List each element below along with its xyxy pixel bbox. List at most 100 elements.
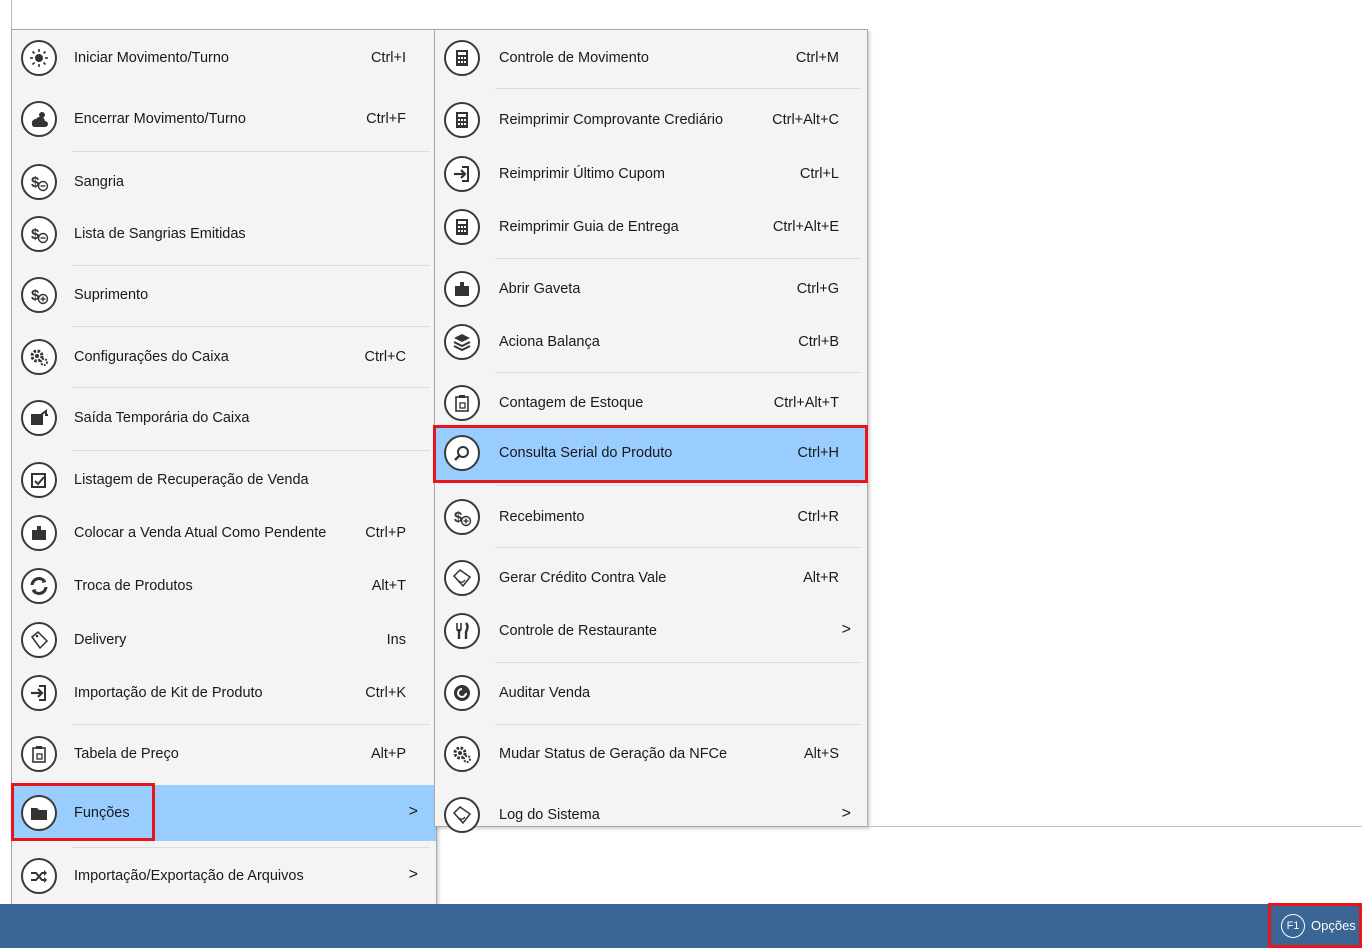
menu-item-shortcut: Ctrl+L: [799, 166, 839, 182]
submenu-item-gerar-credito[interactable]: Gerar Crédito Contra Vale Alt+R: [435, 560, 867, 596]
menu-item-label: Gerar Crédito Contra Vale: [499, 570, 667, 586]
menu-item-shortcut: Ctrl+B: [798, 334, 839, 350]
menu-separator: [495, 88, 861, 89]
menu-item-sangria[interactable]: $ Sangria: [12, 164, 436, 200]
menu-item-label: Troca de Produtos: [74, 578, 193, 594]
menu-item-shortcut: Alt+T: [371, 578, 406, 594]
menu-item-colocar-pendente[interactable]: Colocar a Venda Atual Como Pendente Ctrl…: [12, 515, 436, 551]
menu-separator: [495, 258, 861, 259]
menu-item-shortcut: Ctrl+Alt+T: [773, 395, 839, 411]
submenu-item-contagem-estoque[interactable]: Contagem de Estoque Ctrl+Alt+T: [435, 385, 867, 421]
menu-item-label: Reimprimir Último Cupom: [499, 166, 665, 182]
menu-separator: [72, 326, 430, 327]
options-label: Opções: [1311, 918, 1356, 933]
menu-separator: [72, 724, 430, 725]
menu-item-configuracoes-caixa[interactable]: Configurações do Caixa Ctrl+C: [12, 339, 436, 375]
calculator-icon: [444, 40, 480, 76]
menu-separator: [72, 847, 430, 848]
menu-item-importacao-exportacao[interactable]: Importação/Exportação de Arquivos >: [12, 858, 436, 894]
menu-item-label: Aciona Balança: [499, 334, 600, 350]
submenu-item-reimprimir-guia-entrega[interactable]: Reimprimir Guia de Entrega Ctrl+Alt+E: [435, 209, 867, 245]
submenu-item-consulta-serial[interactable]: Consulta Serial do Produto Ctrl+H: [435, 426, 867, 480]
menu-item-lista-sangrias[interactable]: $ Lista de Sangrias Emitidas: [12, 216, 436, 252]
cloud-sun-icon: [21, 101, 57, 137]
cutlery-icon: [444, 613, 480, 649]
chevron-right-icon: >: [841, 805, 851, 822]
submenu-item-controle-movimento[interactable]: Controle de Movimento Ctrl+M: [435, 40, 867, 76]
menu-item-shortcut: Alt+R: [803, 570, 839, 586]
menu-item-label: Contagem de Estoque: [499, 395, 644, 411]
menu-item-shortcut: Ctrl+Alt+E: [772, 219, 839, 235]
chevron-right-icon: >: [408, 803, 418, 820]
money-minus-icon: $: [21, 216, 57, 252]
menu-item-label: Tabela de Preço: [74, 746, 179, 762]
main-context-menu: Iniciar Movimento/Turno Ctrl+I Encerrar …: [11, 29, 437, 905]
menu-item-saida-temporaria[interactable]: Saída Temporária do Caixa: [12, 400, 436, 436]
menu-item-shortcut: Ctrl+C: [364, 349, 407, 365]
menu-item-shortcut: Ins: [386, 632, 406, 648]
submenu-item-reimprimir-crediario[interactable]: Reimprimir Comprovante Crediário Ctrl+Al…: [435, 102, 867, 138]
menu-item-funcoes[interactable]: Funções >: [12, 785, 436, 841]
submenu-item-recebimento[interactable]: $ Recebimento Ctrl+R: [435, 499, 867, 535]
menu-item-label: Controle de Movimento: [499, 50, 649, 66]
menu-item-label: Sangria: [74, 174, 124, 190]
layers-icon: [444, 324, 480, 360]
submenu-item-controle-restaurante[interactable]: Controle de Restaurante >: [435, 613, 867, 649]
menu-separator: [495, 372, 861, 373]
menu-item-label: Log do Sistema: [499, 807, 600, 823]
shuffle-icon: [21, 858, 57, 894]
calculator-icon: [444, 102, 480, 138]
menu-separator: [72, 265, 430, 266]
menu-item-label: Auditar Venda: [499, 685, 591, 701]
menu-item-label: Reimprimir Comprovante Crediário: [499, 112, 724, 128]
content-divider: [867, 826, 1362, 827]
menu-item-shortcut: Alt+P: [370, 746, 406, 762]
menu-item-iniciar-movimento[interactable]: Iniciar Movimento/Turno Ctrl+I: [12, 40, 436, 76]
window-edge: [11, 0, 12, 30]
menu-item-label: Listagem de Recuperação de Venda: [74, 472, 309, 488]
calculator-icon: [444, 209, 480, 245]
tag-icon: [444, 560, 480, 596]
gears-icon: [21, 339, 57, 375]
menu-item-shortcut: Ctrl+M: [795, 50, 839, 66]
submenu-item-abrir-gaveta[interactable]: Abrir Gaveta Ctrl+G: [435, 271, 867, 307]
menu-item-importacao-kit[interactable]: Importação de Kit de Produto Ctrl+K: [12, 675, 436, 711]
menu-item-listagem-recuperacao[interactable]: Listagem de Recuperação de Venda: [12, 462, 436, 498]
money-plus-icon: $: [444, 499, 480, 535]
swap-icon: [21, 568, 57, 604]
menu-separator: [495, 724, 861, 725]
menu-item-tabela-preco[interactable]: Tabela de Preço Alt+P: [12, 736, 436, 772]
options-button[interactable]: F1 Opções: [1268, 903, 1362, 948]
tag-icon: [21, 622, 57, 658]
chevron-right-icon: >: [408, 866, 418, 883]
menu-item-suprimento[interactable]: $ Suprimento: [12, 277, 436, 313]
clipboard-icon: [444, 385, 480, 421]
menu-item-shortcut: Ctrl+G: [796, 281, 839, 297]
menu-separator: [495, 547, 861, 548]
drawer-icon: [444, 271, 480, 307]
submenu-item-reimprimir-ultimo-cupom[interactable]: Reimprimir Último Cupom Ctrl+L: [435, 156, 867, 192]
menu-item-encerrar-movimento[interactable]: Encerrar Movimento/Turno Ctrl+F: [12, 101, 436, 137]
drawer-icon: [21, 515, 57, 551]
submenu-item-log-sistema[interactable]: Log do Sistema >: [435, 797, 867, 833]
tag-icon: [444, 797, 480, 833]
submenu-item-aciona-balanca[interactable]: Aciona Balança Ctrl+B: [435, 324, 867, 360]
menu-separator: [72, 151, 430, 152]
functions-submenu: Controle de Movimento Ctrl+M Reimprimir …: [434, 29, 868, 833]
menu-item-delivery[interactable]: Delivery Ins: [12, 622, 436, 658]
menu-separator: [72, 450, 430, 451]
menu-item-label: Consulta Serial do Produto: [499, 445, 673, 461]
submenu-item-auditar-venda[interactable]: Auditar Venda: [435, 675, 867, 711]
chevron-right-icon: >: [841, 621, 851, 638]
menu-item-label: Colocar a Venda Atual Como Pendente: [74, 525, 327, 541]
menu-item-label: Saída Temporária do Caixa: [74, 410, 250, 426]
menu-item-troca-produtos[interactable]: Troca de Produtos Alt+T: [12, 568, 436, 604]
edit-list-icon: [21, 462, 57, 498]
menu-item-shortcut: Ctrl+I: [370, 50, 406, 66]
menu-item-shortcut: Ctrl+P: [365, 525, 406, 541]
sun-icon: [21, 40, 57, 76]
menu-item-shortcut: Ctrl+F: [366, 111, 406, 127]
menu-item-label: Delivery: [74, 632, 127, 648]
menu-separator: [495, 662, 861, 663]
submenu-item-mudar-status-nfce[interactable]: Mudar Status de Geração da NFCe Alt+S: [435, 736, 867, 772]
